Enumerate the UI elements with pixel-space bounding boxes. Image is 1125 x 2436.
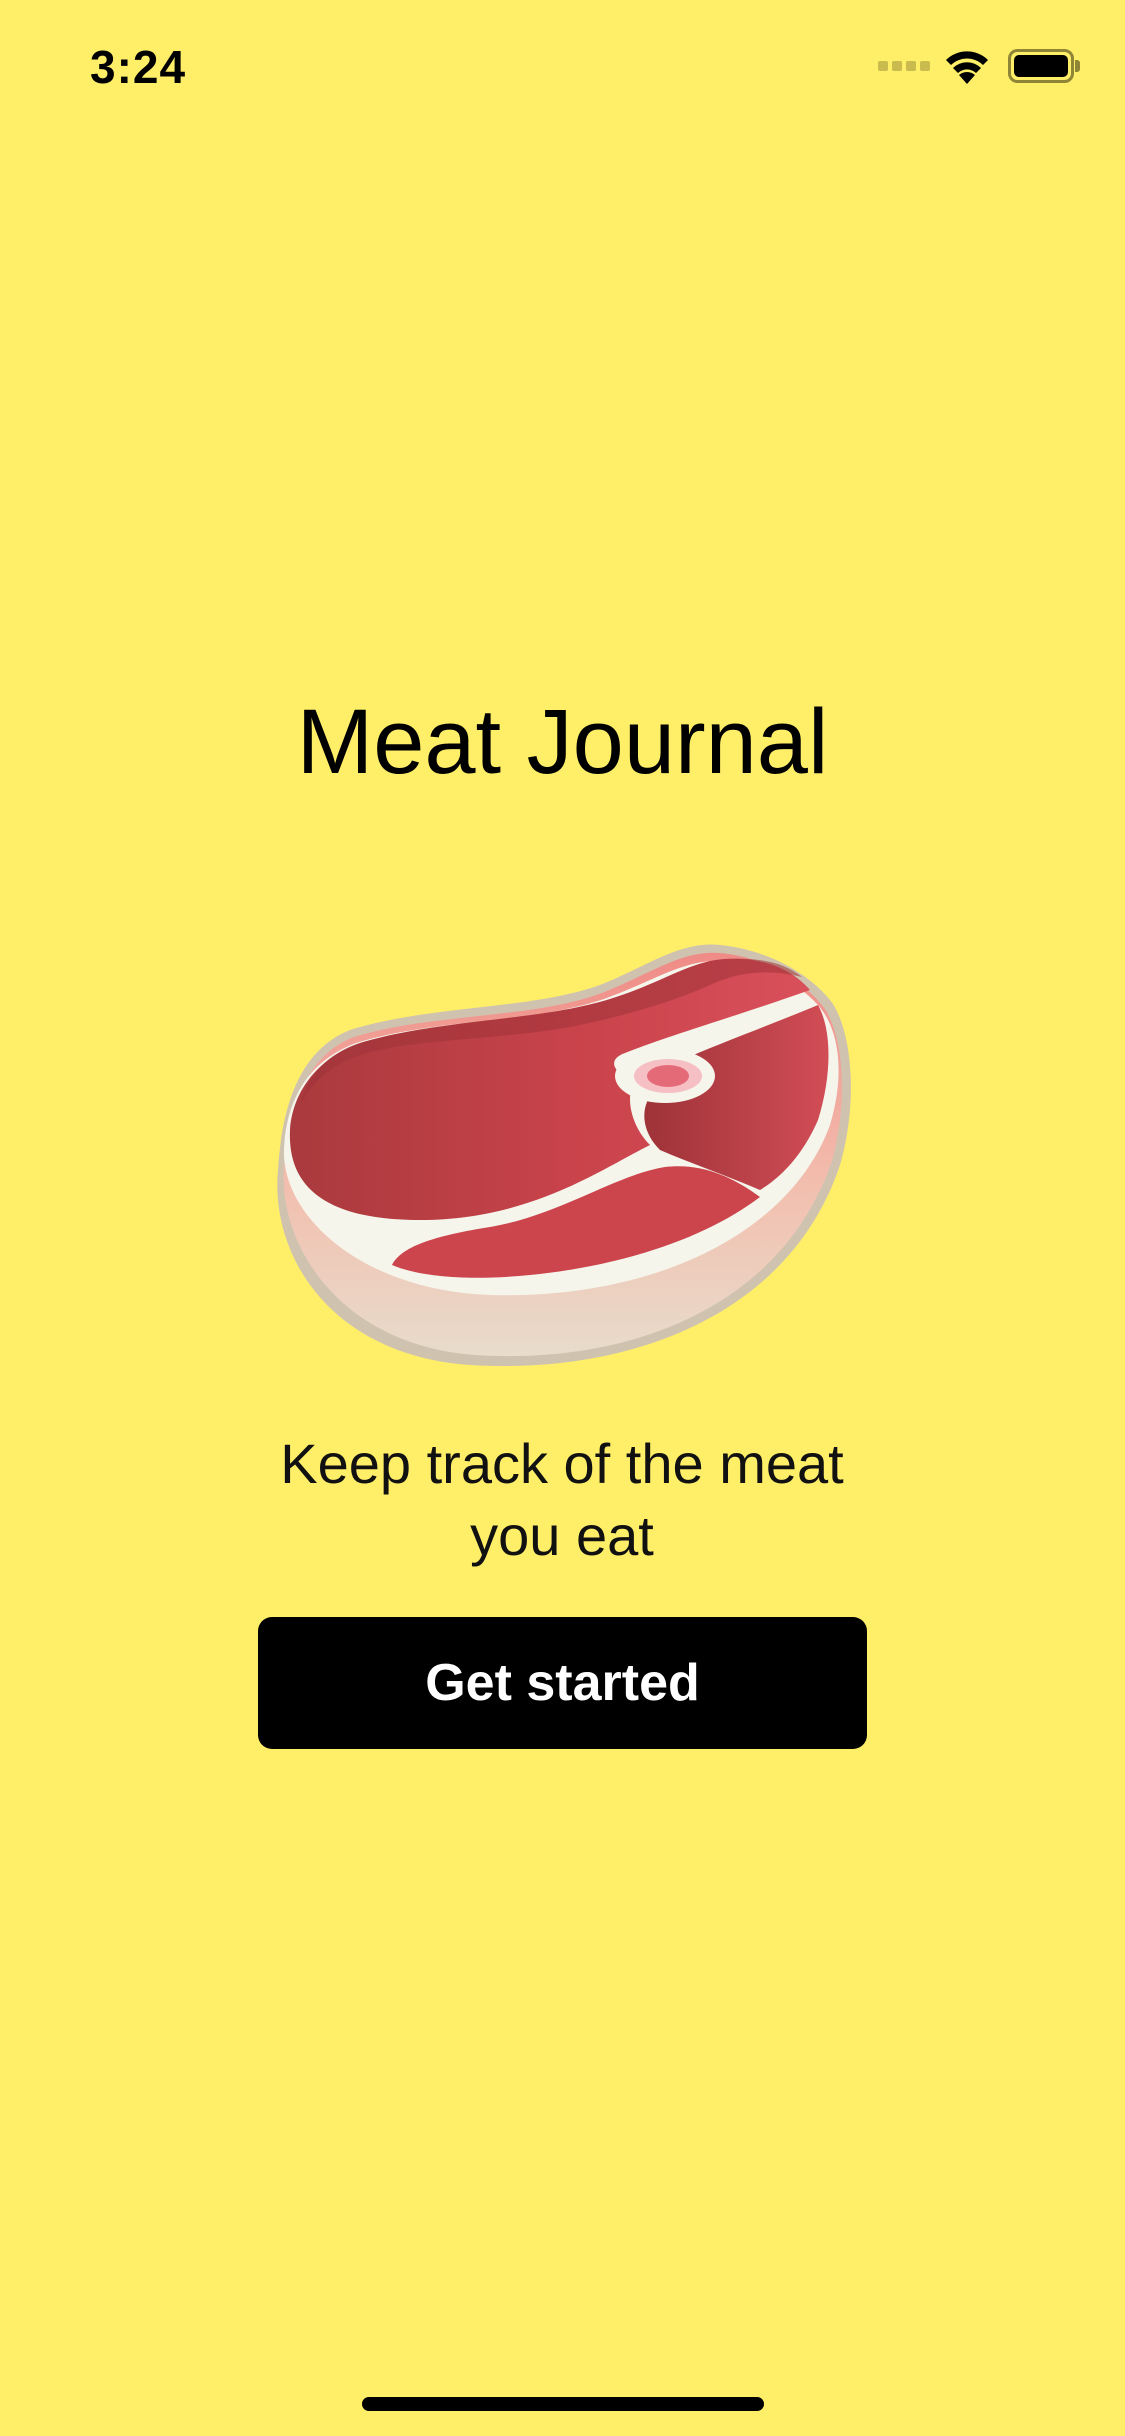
steak-icon: [277, 944, 851, 1367]
status-bar: 3:24: [0, 0, 1125, 140]
page-title: Meat Journal: [296, 691, 829, 793]
battery-icon: [1008, 49, 1080, 83]
signal-icon: [878, 61, 930, 71]
wifi-icon: [946, 51, 988, 84]
tagline: Keep track of the meat you eat: [280, 1432, 844, 1567]
get-started-button[interactable]: Get started: [258, 1617, 867, 1749]
status-time: 3:24: [90, 41, 187, 93]
home-indicator[interactable]: [362, 2397, 764, 2411]
status-icons: [878, 48, 1080, 84]
